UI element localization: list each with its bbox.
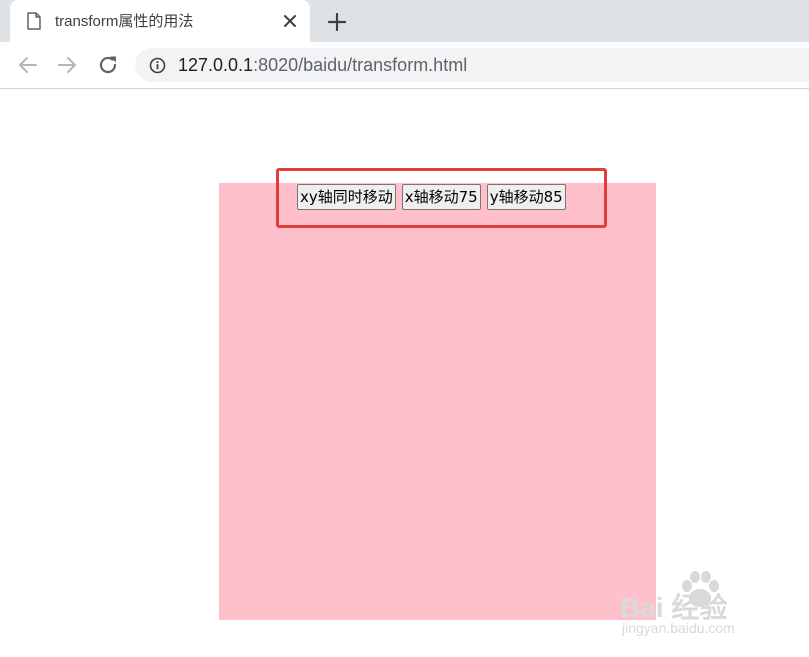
address-bar[interactable]: 127.0.0.1:8020/baidu/transform.html	[135, 48, 809, 82]
page-icon	[27, 12, 41, 30]
highlight-frame	[276, 168, 607, 228]
browser-tab[interactable]: transform属性的用法	[10, 0, 310, 42]
plus-icon[interactable]	[325, 10, 349, 34]
reload-icon[interactable]	[96, 53, 120, 77]
url-text[interactable]: 127.0.0.1:8020/baidu/transform.html	[178, 55, 467, 75]
browser-toolbar: 127.0.0.1:8020/baidu/transform.html	[0, 42, 809, 89]
watermark-domain: jingyan.baidu.com	[622, 620, 735, 636]
tab-title: transform属性的用法	[55, 13, 194, 30]
paw-icon	[682, 571, 719, 607]
baidu-jingyan-watermark: Bai 经验 jingyan.baidu.com	[620, 568, 800, 643]
tab-strip: transform属性的用法	[0, 0, 809, 42]
url-host: 127.0.0.1	[178, 55, 254, 75]
info-icon[interactable]	[149, 57, 166, 74]
url-path: :8020/baidu/transform.html	[253, 55, 468, 75]
arrow-right-icon[interactable]	[55, 53, 79, 77]
close-icon[interactable]	[281, 12, 299, 30]
arrow-left-icon[interactable]	[16, 53, 40, 77]
pink-box	[219, 183, 656, 620]
